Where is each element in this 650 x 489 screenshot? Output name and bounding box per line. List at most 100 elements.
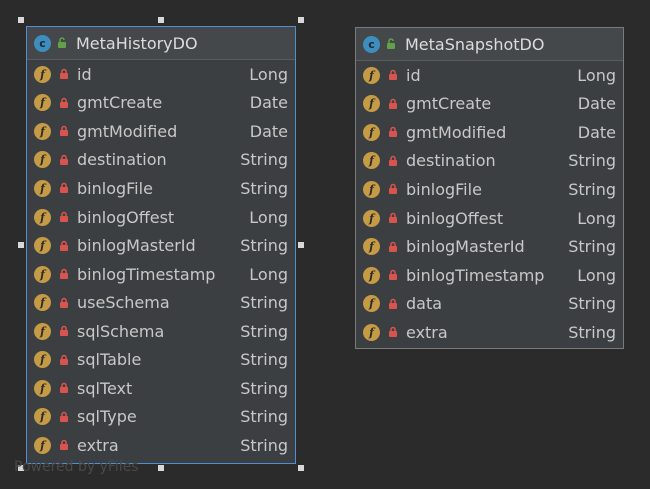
- resize-handle-bottom-right[interactable]: [298, 465, 304, 471]
- field-row[interactable]: f binlogTimestamp Long: [356, 261, 623, 290]
- field-icon: f: [363, 152, 380, 170]
- field-icon: f: [34, 322, 51, 340]
- field-row[interactable]: f extra String: [356, 318, 623, 347]
- field-row[interactable]: f sqlType String: [27, 403, 295, 432]
- field-type: String: [240, 178, 288, 198]
- field-icon: f: [363, 95, 380, 113]
- field-type: String: [568, 179, 616, 199]
- field-type: String: [240, 350, 288, 370]
- resize-handle-bottom-center[interactable]: [158, 465, 164, 471]
- field-row[interactable]: f gmtModified Date: [27, 117, 295, 146]
- field-icon: f: [34, 94, 51, 112]
- field-name: binlogTimestamp: [406, 265, 545, 285]
- field-icon: f: [34, 65, 51, 83]
- field-type: String: [568, 322, 616, 342]
- private-lock-icon: [59, 68, 69, 80]
- field-name: binlogTimestamp: [77, 264, 216, 284]
- field-icon: f: [363, 266, 380, 284]
- private-lock-icon: [59, 297, 69, 309]
- class-header: c MetaSnapshotDO: [356, 28, 623, 61]
- private-lock-icon: [388, 241, 398, 253]
- private-lock-icon: [388, 155, 398, 167]
- field-icon: f: [34, 151, 51, 169]
- field-row[interactable]: f binlogOffest Long: [27, 203, 295, 232]
- field-row[interactable]: f destination String: [356, 147, 623, 176]
- field-list: f id Long f gmtCreate Date f gmtModified Date f de…: [356, 61, 623, 346]
- field-row[interactable]: f binlogFile String: [356, 175, 623, 204]
- private-lock-icon: [59, 182, 69, 194]
- field-row[interactable]: f id Long: [27, 60, 295, 89]
- private-lock-icon: [59, 382, 69, 394]
- resize-handle-top-center[interactable]: [158, 17, 164, 23]
- field-icon: f: [363, 123, 380, 141]
- private-lock-icon: [59, 125, 69, 137]
- private-lock-icon: [59, 240, 69, 252]
- field-row[interactable]: f gmtModified Date: [356, 118, 623, 147]
- field-name: sqlSchema: [77, 321, 165, 341]
- class-title: MetaHistoryDO: [76, 33, 198, 53]
- field-name: binlogMasterId: [406, 237, 525, 257]
- field-row[interactable]: f binlogFile String: [27, 174, 295, 203]
- field-row[interactable]: f sqlText String: [27, 374, 295, 403]
- field-type: Date: [249, 93, 288, 113]
- field-row[interactable]: f destination String: [27, 146, 295, 175]
- field-row[interactable]: f binlogTimestamp Long: [27, 260, 295, 289]
- field-row[interactable]: f binlogMasterId String: [356, 232, 623, 261]
- private-lock-icon: [59, 268, 69, 280]
- field-icon: f: [34, 237, 51, 255]
- field-icon: f: [34, 379, 51, 397]
- field-row[interactable]: f binlogOffest Long: [356, 204, 623, 233]
- field-icon: f: [34, 208, 51, 226]
- field-type: String: [240, 236, 288, 256]
- field-row[interactable]: f gmtCreate Date: [356, 90, 623, 119]
- field-icon: f: [363, 295, 380, 313]
- field-type: String: [240, 407, 288, 427]
- field-icon: f: [363, 180, 380, 198]
- watermark-text: Powered by yFiles: [14, 459, 139, 475]
- field-row[interactable]: f extra String: [27, 431, 295, 460]
- field-type: Long: [249, 64, 288, 84]
- field-name: binlogMasterId: [77, 236, 196, 256]
- field-name: sqlText: [77, 378, 133, 398]
- field-row[interactable]: f sqlSchema String: [27, 317, 295, 346]
- field-name: id: [406, 65, 421, 85]
- field-name: sqlType: [77, 407, 137, 427]
- field-row[interactable]: f data String: [356, 289, 623, 318]
- field-type: String: [568, 151, 616, 171]
- field-type: Date: [577, 94, 616, 114]
- field-row[interactable]: f useSchema String: [27, 288, 295, 317]
- field-name: gmtCreate: [406, 94, 492, 114]
- resize-handle-top-right[interactable]: [298, 17, 304, 23]
- field-name: id: [77, 64, 92, 84]
- field-type: Long: [249, 207, 288, 227]
- field-name: destination: [406, 151, 496, 171]
- resize-handle-top-left[interactable]: [18, 17, 24, 23]
- field-row[interactable]: f id Long: [356, 61, 623, 90]
- field-icon: f: [34, 122, 51, 140]
- field-row[interactable]: f binlogMasterId String: [27, 231, 295, 260]
- private-lock-icon: [59, 325, 69, 337]
- class-icon: c: [34, 34, 51, 52]
- private-lock-icon: [388, 183, 398, 195]
- field-name: gmtCreate: [77, 93, 163, 113]
- field-list: f id Long f gmtCreate Date f gmtModified Date f de…: [27, 60, 295, 460]
- public-unlock-icon: [55, 36, 69, 50]
- private-lock-icon: [388, 326, 398, 338]
- field-type: Long: [577, 65, 616, 85]
- resize-handle-middle-right[interactable]: [298, 242, 304, 248]
- private-lock-icon: [59, 354, 69, 366]
- class-node-metahistorydo[interactable]: c MetaHistoryDO f id Long f gmtCreate Date f gm…: [26, 26, 296, 464]
- field-name: data: [406, 294, 443, 314]
- field-icon: f: [363, 209, 380, 227]
- private-lock-icon: [388, 126, 398, 138]
- field-name: sqlTable: [77, 350, 142, 370]
- public-unlock-icon: [384, 37, 398, 51]
- resize-handle-middle-left[interactable]: [18, 242, 24, 248]
- field-row[interactable]: f sqlTable String: [27, 345, 295, 374]
- class-icon: c: [363, 35, 380, 53]
- private-lock-icon: [388, 98, 398, 110]
- field-row[interactable]: f gmtCreate Date: [27, 89, 295, 118]
- private-lock-icon: [388, 298, 398, 310]
- class-node-metasnapshotdo[interactable]: c MetaSnapshotDO f id Long f gmtCreate Date f g…: [355, 27, 624, 349]
- field-type: String: [240, 378, 288, 398]
